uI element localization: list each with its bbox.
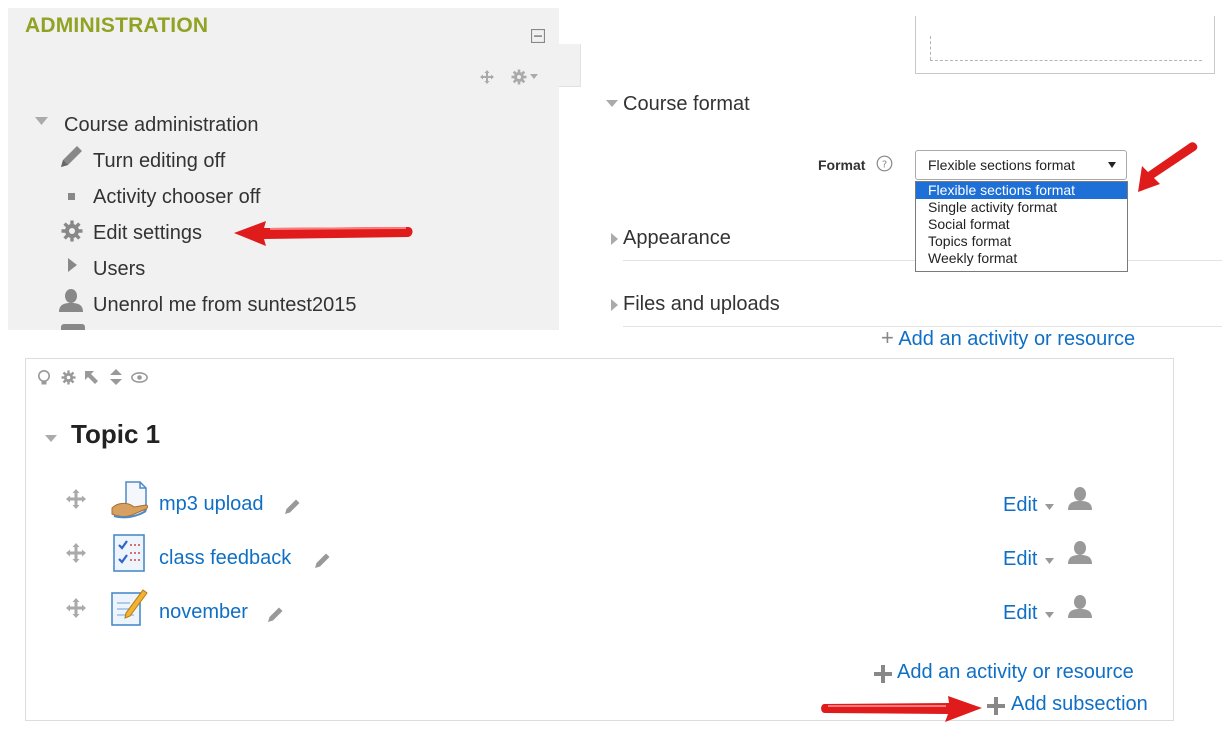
file-drop-area bbox=[915, 16, 1215, 74]
triangle-down-icon bbox=[35, 117, 48, 125]
edit-title-pencil-icon[interactable] bbox=[284, 498, 301, 515]
gear-icon bbox=[61, 220, 83, 242]
format-option[interactable]: Single activity format bbox=[916, 199, 1127, 216]
chevron-down-icon bbox=[1045, 558, 1054, 564]
format-select[interactable]: Flexible sections format bbox=[915, 150, 1127, 180]
svg-text:?: ? bbox=[882, 160, 887, 171]
course-administration-node[interactable]: Course administration bbox=[64, 114, 259, 137]
lightbulb-icon[interactable] bbox=[37, 370, 51, 386]
format-option[interactable]: Flexible sections format bbox=[916, 182, 1127, 199]
plus-icon bbox=[987, 697, 1005, 715]
help-icon[interactable]: ? bbox=[876, 155, 893, 172]
user-icon[interactable] bbox=[1068, 486, 1092, 510]
course-format-heading[interactable]: Course format bbox=[623, 93, 750, 116]
assignment-upload-icon bbox=[111, 481, 148, 519]
add-subsection-link[interactable]: Add subsection bbox=[1011, 693, 1148, 716]
edit-menu-link[interactable]: Edit bbox=[1003, 494, 1037, 517]
administration-block bbox=[8, 8, 559, 330]
red-arrow-annotation bbox=[234, 221, 413, 246]
plus-icon: + bbox=[881, 329, 894, 350]
triangle-down-icon bbox=[606, 100, 618, 107]
turn-editing-off-link[interactable]: Turn editing off bbox=[93, 150, 225, 173]
red-arrow-annotation bbox=[821, 696, 982, 722]
chevron-down-icon bbox=[1108, 162, 1116, 168]
divider bbox=[623, 260, 915, 261]
edit-menu-link[interactable]: Edit bbox=[1003, 548, 1037, 571]
chevron-down-icon bbox=[530, 74, 538, 79]
format-select-value: Flexible sections format bbox=[928, 157, 1076, 173]
activity-link[interactable]: mp3 upload bbox=[159, 493, 264, 516]
add-activity-link-top[interactable]: Add an activity or resource bbox=[898, 329, 1135, 350]
edit-title-pencil-icon[interactable] bbox=[267, 606, 284, 623]
topic-title: Topic 1 bbox=[71, 419, 161, 449]
red-arrow-annotation bbox=[1138, 142, 1198, 192]
gear-icon[interactable] bbox=[61, 370, 76, 385]
triangle-right-icon bbox=[68, 258, 77, 272]
add-activity-link-top-wrap: + Add an activity or resource bbox=[881, 329, 1181, 351]
highlight-arrow-icon[interactable] bbox=[84, 370, 99, 385]
format-option[interactable]: Social format bbox=[916, 216, 1127, 233]
chevron-down-icon bbox=[1045, 612, 1054, 618]
user-icon[interactable] bbox=[1068, 594, 1092, 618]
assignment-pencil-icon bbox=[111, 589, 148, 626]
format-label: Format bbox=[818, 157, 866, 173]
edit-menu-link[interactable]: Edit bbox=[1003, 602, 1037, 625]
edit-title-pencil-icon[interactable] bbox=[314, 552, 331, 569]
activity-link[interactable]: class feedback bbox=[159, 547, 291, 570]
users-node[interactable]: Users bbox=[93, 258, 145, 281]
add-activity-link[interactable]: Add an activity or resource bbox=[897, 661, 1134, 684]
activity-link[interactable]: november bbox=[159, 601, 248, 624]
administration-block-tab bbox=[559, 44, 581, 87]
edit-settings-link[interactable]: Edit settings bbox=[93, 222, 202, 245]
format-dropdown-list[interactable]: Flexible sections format Single activity… bbox=[915, 181, 1128, 272]
unenrol-link[interactable]: Unenrol me from suntest2015 bbox=[93, 294, 356, 317]
chevron-down-icon bbox=[1045, 504, 1054, 510]
block-actions-gear-icon[interactable] bbox=[511, 69, 527, 85]
move-icon[interactable] bbox=[66, 489, 86, 509]
move-arrows-icon[interactable] bbox=[108, 369, 124, 385]
triangle-right-icon bbox=[611, 233, 618, 245]
eye-icon[interactable] bbox=[131, 372, 148, 383]
feedback-icon bbox=[113, 534, 145, 572]
pencil-icon bbox=[61, 146, 82, 167]
triangle-right-icon bbox=[611, 299, 618, 311]
move-icon[interactable] bbox=[66, 598, 86, 618]
move-icon[interactable] bbox=[66, 543, 86, 563]
files-uploads-heading[interactable]: Files and uploads bbox=[623, 293, 780, 316]
activity-chooser-off-link[interactable]: Activity chooser off bbox=[93, 186, 260, 209]
appearance-heading[interactable]: Appearance bbox=[623, 227, 731, 250]
administration-title: ADMINISTRATION bbox=[25, 14, 209, 37]
divider bbox=[1128, 260, 1222, 261]
clipped-icon bbox=[61, 324, 85, 330]
divider bbox=[623, 326, 1222, 327]
format-option[interactable]: Topics format bbox=[916, 233, 1127, 250]
move-block-icon[interactable] bbox=[480, 70, 494, 84]
plus-icon bbox=[874, 665, 892, 683]
minimise-block-icon[interactable] bbox=[531, 29, 545, 43]
user-icon bbox=[59, 289, 83, 312]
triangle-down-icon[interactable] bbox=[45, 435, 57, 443]
square-bullet-icon bbox=[68, 193, 75, 200]
user-icon[interactable] bbox=[1068, 540, 1092, 564]
format-option[interactable]: Weekly format bbox=[916, 250, 1127, 267]
